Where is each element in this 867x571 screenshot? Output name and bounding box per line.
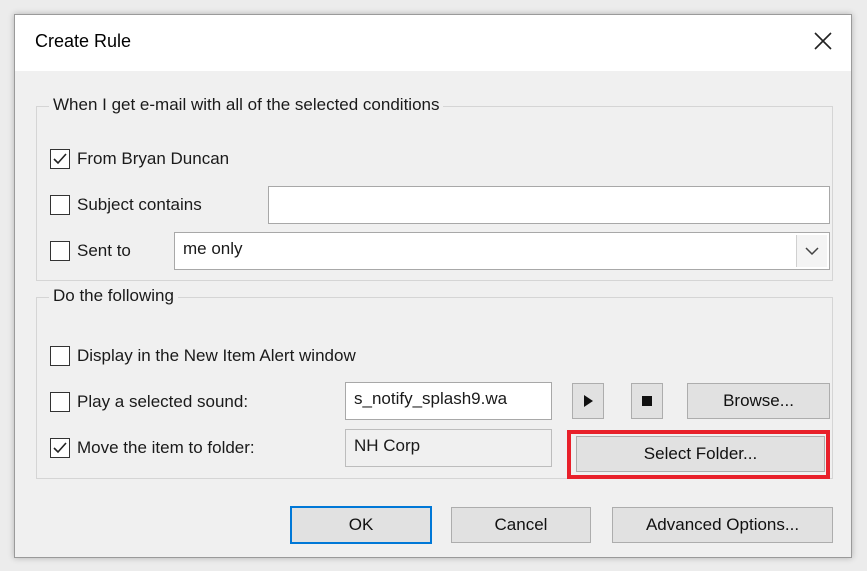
stop-icon bbox=[642, 396, 652, 406]
subject-label: Subject contains bbox=[77, 195, 202, 214]
alert-label: Display in the New Item Alert window bbox=[77, 346, 356, 365]
ok-button[interactable]: OK bbox=[290, 506, 432, 544]
actions-legend: Do the following bbox=[49, 286, 178, 306]
alert-checkbox[interactable] bbox=[50, 346, 70, 366]
browse-button[interactable]: Browse... bbox=[687, 383, 830, 419]
play-sound-button[interactable] bbox=[572, 383, 604, 419]
from-checkbox[interactable] bbox=[50, 149, 70, 169]
sound-label: Play a selected sound: bbox=[77, 392, 249, 411]
chevron-down-icon bbox=[805, 247, 819, 256]
checkmark-icon bbox=[53, 442, 67, 454]
play-icon bbox=[584, 395, 593, 407]
cancel-button[interactable]: Cancel bbox=[451, 507, 591, 543]
conditions-legend: When I get e-mail with all of the select… bbox=[49, 95, 444, 115]
sent-to-checkbox[interactable] bbox=[50, 241, 70, 261]
sent-to-dropdown-button[interactable] bbox=[796, 235, 827, 267]
advanced-options-button[interactable]: Advanced Options... bbox=[612, 507, 833, 543]
move-label: Move the item to folder: bbox=[77, 438, 255, 457]
dialog-title: Create Rule bbox=[35, 31, 132, 51]
stop-sound-button[interactable] bbox=[631, 383, 663, 419]
sent-to-label: Sent to bbox=[77, 241, 131, 260]
actions-group: Do the following Display in the New Item… bbox=[36, 286, 833, 479]
title-bar: Create Rule bbox=[15, 15, 851, 71]
sent-to-select[interactable]: me only bbox=[174, 232, 830, 270]
close-icon bbox=[814, 32, 832, 50]
subject-checkbox[interactable] bbox=[50, 195, 70, 215]
subject-input[interactable] bbox=[268, 186, 830, 224]
sent-to-value: me only bbox=[183, 239, 243, 258]
move-checkbox[interactable] bbox=[50, 438, 70, 458]
sound-file-field[interactable]: s_notify_splash9.wa bbox=[345, 382, 552, 420]
close-button[interactable] bbox=[801, 21, 845, 61]
sound-checkbox[interactable] bbox=[50, 392, 70, 412]
select-folder-highlight bbox=[567, 430, 830, 479]
create-rule-dialog: Create Rule When I get e-mail with all o… bbox=[14, 14, 852, 558]
checkmark-icon bbox=[53, 153, 67, 165]
conditions-group: When I get e-mail with all of the select… bbox=[36, 95, 833, 281]
from-label: From Bryan Duncan bbox=[77, 149, 230, 168]
move-folder-field: NH Corp bbox=[345, 429, 552, 467]
